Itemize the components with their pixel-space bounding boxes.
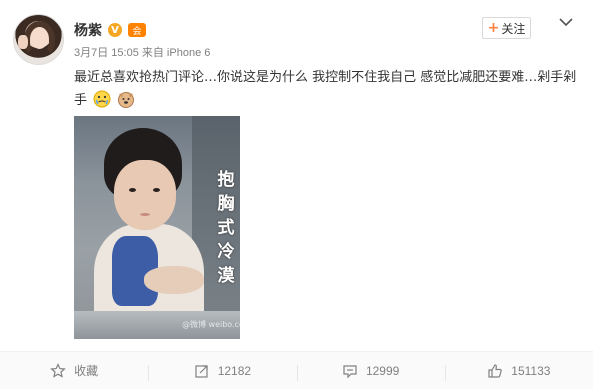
chevron-down-icon[interactable] — [558, 16, 574, 28]
comment-icon — [343, 364, 357, 378]
like-button[interactable]: 151133 — [444, 363, 593, 381]
user-header: 杨紫 V 会 — [74, 20, 146, 40]
repost-icon — [195, 364, 208, 378]
like-icon — [488, 363, 503, 378]
star-icon — [50, 362, 66, 378]
follow-button[interactable]: + 关注 — [482, 17, 531, 39]
child-mouth — [140, 213, 150, 216]
repost-count: 12182 — [217, 363, 252, 378]
post-text: 最近总喜欢抢热门评论…你说这是为什么 我控制不住我自己 感觉比减肥还要难…剁手剁… — [74, 66, 579, 112]
verified-badge[interactable]: V — [108, 23, 122, 37]
child-arms — [144, 266, 204, 294]
action-bar: 收藏 12182 12999 151133 — [0, 351, 593, 389]
avatar[interactable] — [13, 14, 64, 65]
like-count: 151133 — [511, 363, 551, 378]
comment-button[interactable]: 12999 — [296, 363, 445, 381]
child-eye-left — [129, 188, 136, 192]
post-meta: 3月7日 15:05 来自 iPhone 6 — [74, 47, 211, 59]
post-text-content: 最近总喜欢抢热门评论…你说这是为什么 我控制不住我自己 感觉比减肥还要难…剁手剁… — [74, 70, 577, 108]
image-caption: 抱胸式冷漠 — [217, 170, 235, 286]
image-watermark: @微博 weibo.com — [182, 320, 240, 329]
favorite-button[interactable]: 收藏 — [0, 362, 148, 379]
favorite-label: 收藏 — [74, 364, 99, 378]
plus-icon: + — [487, 20, 500, 36]
child-eye-right — [153, 188, 160, 192]
repost-button[interactable]: 12182 — [148, 363, 296, 381]
avatar-face — [31, 27, 48, 49]
doge-icon — [118, 92, 135, 108]
avatar-hand — [18, 35, 28, 49]
child-face — [114, 160, 176, 230]
post-image[interactable]: 抱胸式冷漠 @微博 weibo.com — [74, 116, 240, 339]
member-badge[interactable]: 会 — [128, 23, 146, 37]
follow-label: 关注 — [501, 21, 526, 36]
user-name[interactable]: 杨紫 — [74, 20, 102, 40]
comment-count: 12999 — [365, 363, 400, 378]
crying-face-icon — [93, 90, 111, 108]
